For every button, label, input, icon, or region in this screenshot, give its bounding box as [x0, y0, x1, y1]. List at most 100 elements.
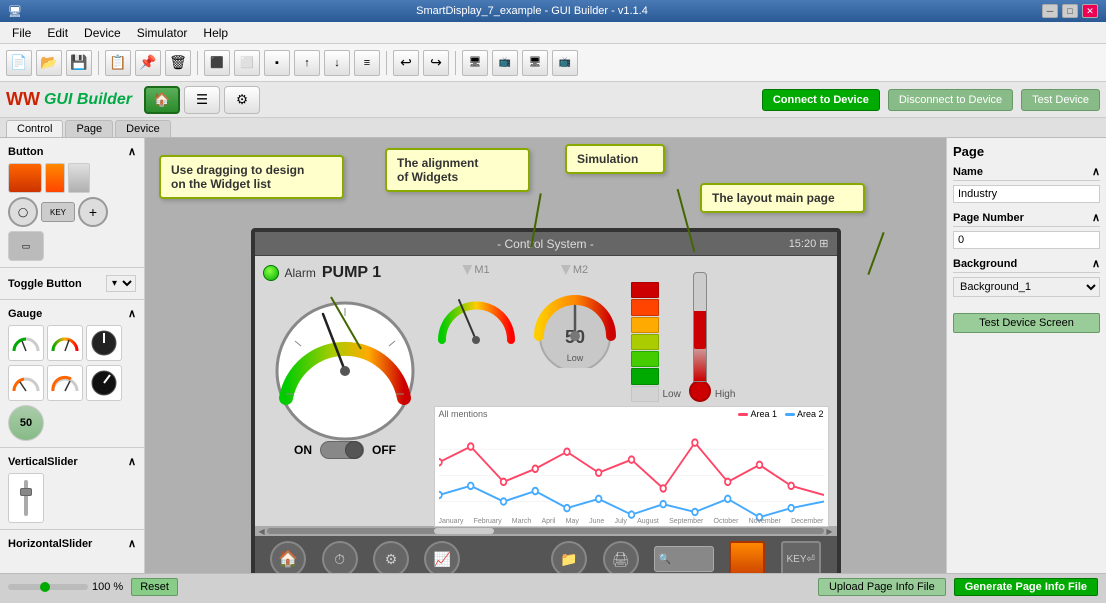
- toggle-thumb: [345, 441, 363, 459]
- thermo-bar: [689, 272, 711, 402]
- screen3-btn[interactable]: 🖥: [522, 50, 548, 76]
- screen1-btn[interactable]: 🖥: [462, 50, 488, 76]
- sidebar-item[interactable]: ◯: [8, 197, 38, 227]
- sidebar-item[interactable]: ▭: [8, 231, 44, 261]
- top-row: M1: [434, 264, 829, 402]
- undo-btn[interactable]: ↩: [393, 50, 419, 76]
- device-content: Alarm PUMP 1: [255, 256, 837, 526]
- alarm-row: Alarm PUMP 1: [263, 264, 382, 282]
- test-device-btn[interactable]: Test Device: [1021, 89, 1100, 111]
- sidebar-item[interactable]: +: [78, 197, 108, 227]
- panel-background-label: Background ∧: [953, 257, 1100, 273]
- footer-home-btn[interactable]: 🏠: [270, 541, 306, 573]
- panel-background-chevron[interactable]: ∧: [1092, 257, 1100, 270]
- panel-background-select[interactable]: Background_1: [953, 277, 1100, 297]
- sidebar-item[interactable]: [8, 163, 42, 193]
- sidebar-button-toggle[interactable]: ∧: [128, 145, 136, 158]
- footer-key-btn[interactable]: KEY⏎: [781, 541, 821, 573]
- toggle-track[interactable]: [320, 441, 364, 459]
- delete-btn[interactable]: 🗑: [165, 50, 191, 76]
- align-right-btn[interactable]: ▪: [264, 50, 290, 76]
- chart-x-labels: JanuaryFebruaryMarchAprilMayJuneJulyAugu…: [439, 518, 824, 525]
- footer-search-bar[interactable]: 🔍: [654, 546, 714, 572]
- sidebar-gauge-item7[interactable]: 50: [8, 405, 44, 441]
- footer-print-btn[interactable]: 🖨: [603, 541, 639, 573]
- menubar: File Edit Device Simulator Help: [0, 22, 1106, 44]
- minimize-btn[interactable]: ─: [1042, 4, 1058, 18]
- bar-indicators: Low High: [631, 272, 736, 402]
- menu-simulator[interactable]: Simulator: [129, 24, 196, 42]
- align-left-btn[interactable]: ⬛: [204, 50, 230, 76]
- sidebar-gauge-item1[interactable]: [8, 325, 44, 361]
- tab-control[interactable]: Control: [6, 120, 63, 137]
- align-top-btn[interactable]: ↑: [294, 50, 320, 76]
- zoom-bar[interactable]: [8, 584, 88, 590]
- panel-pagenumber-input[interactable]: [953, 231, 1100, 249]
- disconnect-device-btn[interactable]: Disconnect to Device: [888, 89, 1013, 111]
- right-content: M1: [434, 264, 829, 518]
- sidebar-gauge-item3[interactable]: [86, 325, 122, 361]
- tab-page[interactable]: Page: [65, 120, 113, 137]
- sidebar-item[interactable]: [68, 163, 90, 193]
- align-bottom-btn[interactable]: ↓: [324, 50, 350, 76]
- on-off-toggle[interactable]: ON OFF: [294, 441, 396, 459]
- footer-power-btn[interactable]: [729, 541, 765, 573]
- paste-btn[interactable]: 📌: [135, 50, 161, 76]
- distribute-btn[interactable]: ≡: [354, 50, 380, 76]
- sidebar-gauge-item4[interactable]: [8, 365, 44, 401]
- panel-pagenumber-chevron[interactable]: ∧: [1092, 211, 1100, 224]
- new-btn[interactable]: 📄: [6, 50, 32, 76]
- list-btn[interactable]: ☰: [184, 86, 220, 114]
- menu-file[interactable]: File: [4, 24, 39, 42]
- alarm-label: Alarm: [285, 266, 316, 280]
- panel-name-input[interactable]: [953, 185, 1100, 203]
- titlebar: 🖥 SmartDisplay_7_example - GUI Builder -…: [0, 0, 1106, 22]
- zoom-handle[interactable]: [40, 582, 50, 592]
- sidebar-item[interactable]: KEY: [41, 202, 75, 222]
- align-center-btn[interactable]: ⬜: [234, 50, 260, 76]
- panel-title: Page: [953, 144, 1100, 159]
- generate-btn[interactable]: Generate Page Info File: [954, 578, 1098, 596]
- titlebar-controls: ─ □ ✕: [1042, 4, 1098, 18]
- settings-btn[interactable]: ⚙: [224, 86, 260, 114]
- footer-settings-btn[interactable]: ⚙: [373, 541, 409, 573]
- menu-help[interactable]: Help: [195, 24, 236, 42]
- sidebar-hslider-toggle[interactable]: ∧: [128, 537, 136, 550]
- footer-folder-btn[interactable]: 📁: [551, 541, 587, 573]
- connect-device-btn[interactable]: Connect to Device: [762, 89, 880, 111]
- footer-chart-btn[interactable]: 📈: [424, 541, 460, 573]
- close-btn[interactable]: ✕: [1082, 4, 1098, 18]
- sidebar-item[interactable]: [45, 163, 65, 193]
- footer-gauge-btn[interactable]: ⏱: [322, 541, 358, 573]
- sidebar-toggle-select[interactable]: ▾: [106, 275, 136, 292]
- device-screen: - Control System - 15:20 ⊞ Alarm PUMP 1: [251, 228, 841, 573]
- home-btn[interactable]: 🏠: [144, 86, 180, 114]
- sidebar-vslider-item[interactable]: [8, 473, 44, 523]
- screen2-btn[interactable]: 📺: [492, 50, 518, 76]
- maximize-btn[interactable]: □: [1062, 4, 1078, 18]
- sidebar-vslider-toggle[interactable]: ∧: [128, 455, 136, 468]
- sidebar-gauge-item5[interactable]: [47, 365, 83, 401]
- menu-device[interactable]: Device: [76, 24, 129, 42]
- sidebar-gauge-item2[interactable]: [47, 325, 83, 361]
- sidebar-gauge-toggle[interactable]: ∧: [128, 307, 136, 320]
- device-header: - Control System - 15:20 ⊞: [255, 232, 837, 256]
- m2-gauge: 50 Low: [525, 278, 625, 368]
- device-time: 15:20 ⊞: [789, 237, 829, 250]
- logo-text: GUI Builder: [44, 91, 132, 109]
- on-label: ON: [294, 443, 312, 457]
- reset-btn[interactable]: Reset: [131, 578, 178, 596]
- save-btn[interactable]: 💾: [66, 50, 92, 76]
- upload-btn[interactable]: Upload Page Info File: [818, 578, 946, 596]
- scrollbar[interactable]: ◀ ▶: [255, 526, 837, 536]
- open-btn[interactable]: 📂: [36, 50, 62, 76]
- sidebar-gauge-item6[interactable]: [86, 365, 122, 401]
- menu-edit[interactable]: Edit: [39, 24, 76, 42]
- copy-btn[interactable]: 📋: [105, 50, 131, 76]
- redo-btn[interactable]: ↪: [423, 50, 449, 76]
- m1-label: M1: [474, 264, 489, 276]
- panel-name-chevron[interactable]: ∧: [1092, 165, 1100, 178]
- screen4-btn[interactable]: 📺: [552, 50, 578, 76]
- panel-test-btn[interactable]: Test Device Screen: [953, 313, 1100, 333]
- tab-device[interactable]: Device: [115, 120, 171, 137]
